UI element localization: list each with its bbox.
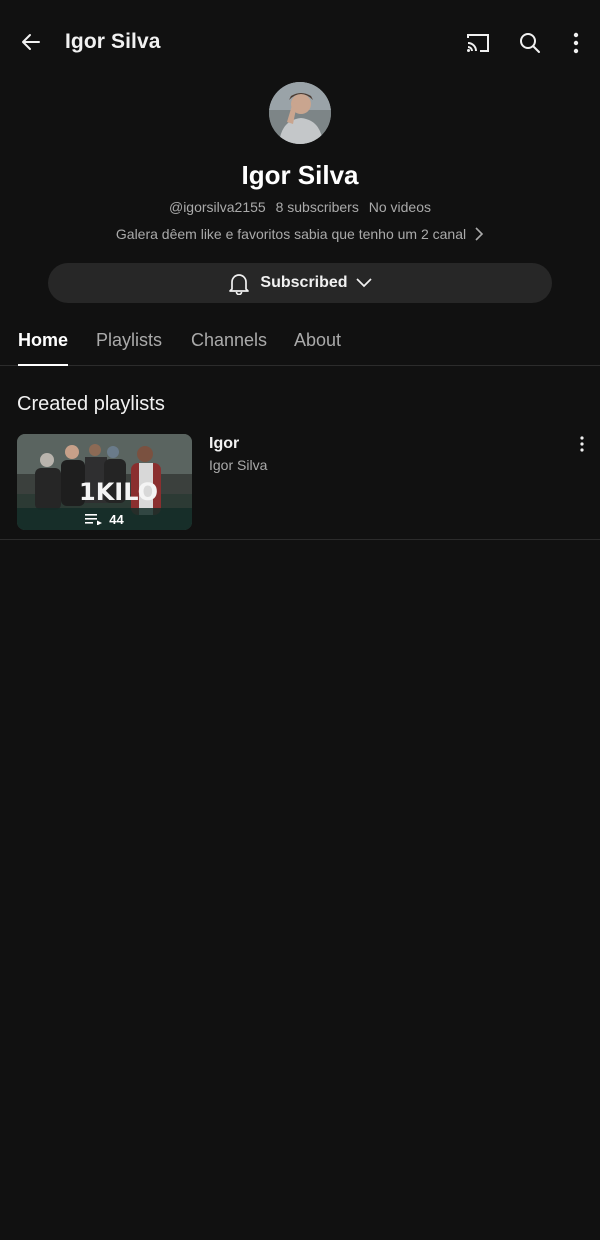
channel-description[interactable]: Galera dêem like e favoritos sabia que t… <box>0 226 600 244</box>
playlist-title: Igor <box>209 435 240 452</box>
playlist-icon <box>85 514 103 525</box>
playlist-more-button[interactable] <box>568 432 596 456</box>
channel-name: Igor Silva <box>241 160 359 190</box>
channel-tabs: Home Playlists Channels About <box>0 320 600 366</box>
search-button[interactable] <box>510 23 550 63</box>
video-count: No videos <box>368 199 432 215</box>
tab-playlists[interactable]: Playlists <box>96 330 162 366</box>
playlist-item[interactable]: 1KILO 44 Igor Igor Silva <box>0 432 600 540</box>
channel-handle: @igorsilva2155 <box>168 199 266 215</box>
playlist-owner: Igor Silva <box>209 457 268 473</box>
chevron-down-icon <box>355 278 372 288</box>
back-button[interactable] <box>11 22 51 62</box>
more-options-button[interactable] <box>556 23 596 63</box>
more-vertical-icon <box>580 436 584 452</box>
bell-icon <box>229 274 250 295</box>
top-app-bar: Igor Silva <box>0 0 600 86</box>
subscribed-label: Subscribed <box>260 274 348 291</box>
more-vertical-icon <box>573 32 579 54</box>
page-title: Igor Silva <box>65 30 161 53</box>
cast-icon <box>467 34 489 52</box>
tab-home[interactable]: Home <box>18 330 69 366</box>
section-title: Created playlists <box>17 393 165 415</box>
subscribed-button[interactable]: Subscribed <box>48 263 552 303</box>
cast-button[interactable] <box>458 23 498 63</box>
tab-channels[interactable]: Channels <box>191 330 267 366</box>
channel-meta: @igorsilva2155 8 subscribers No videos <box>0 199 600 215</box>
playlist-video-count-overlay: 44 <box>17 508 192 530</box>
channel-description-text: Galera dêem like e favoritos sabia que t… <box>115 226 467 242</box>
subscriber-count: 8 subscribers <box>275 199 359 215</box>
playlist-video-count: 44 <box>109 511 124 527</box>
thumbnail-logo: 1KILO <box>79 478 158 506</box>
tab-about[interactable]: About <box>294 330 341 366</box>
search-icon <box>520 33 540 53</box>
back-arrow-icon <box>22 34 40 50</box>
channel-avatar[interactable] <box>269 82 331 144</box>
playlist-thumbnail[interactable]: 1KILO 44 <box>17 434 192 530</box>
chevron-right-icon <box>474 227 484 244</box>
